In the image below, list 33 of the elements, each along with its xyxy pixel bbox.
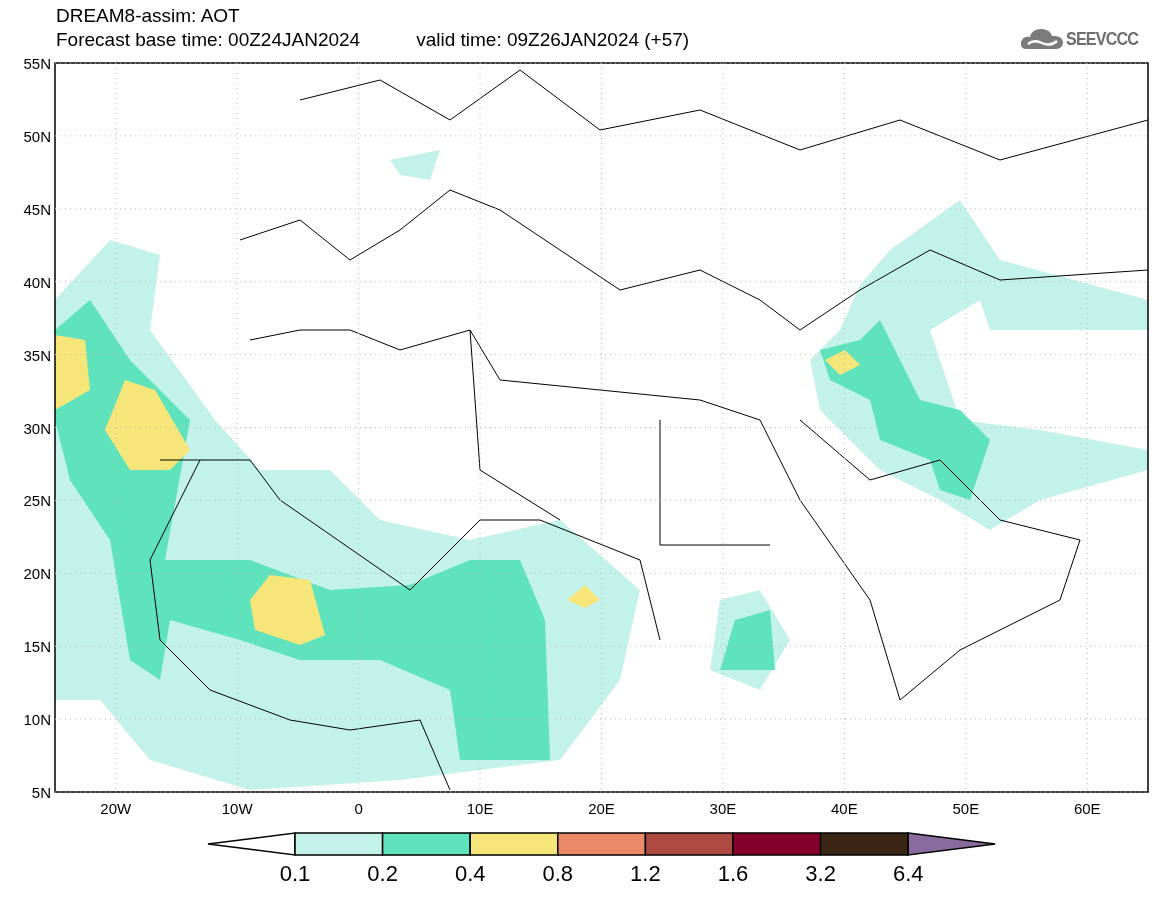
color-bar-label: 3.2 (805, 861, 836, 886)
latitude-label: 55N (23, 55, 51, 72)
base-time: Forecast base time: 00Z24JAN2024 (56, 28, 361, 52)
latitude-label: 30N (23, 419, 51, 437)
latitude-label: 15N (23, 638, 51, 656)
valid-time: valid time: 09Z26JAN2024 (+57) (416, 28, 690, 52)
latitude-label: 25N (23, 492, 51, 510)
longitude-label: 60E (1073, 800, 1101, 817)
color-bar-label: 0.1 (279, 861, 311, 886)
longitude-label: 10E (466, 800, 494, 817)
longitude-label: 30E (709, 800, 737, 817)
color-bar-label: 6.4 (892, 861, 924, 886)
longitude-label: 40E (831, 800, 858, 817)
latitude-label: 5N (31, 784, 51, 801)
color-bar-label: 0.4 (454, 861, 486, 886)
latitude-label: 50N (23, 127, 51, 145)
latitude-label: 45N (23, 200, 51, 218)
longitude-label: 50E (952, 800, 980, 817)
color-bar-label: 0.2 (367, 861, 398, 886)
color-bar-label: 1.2 (630, 861, 661, 886)
latitude-label: 40N (23, 273, 51, 291)
latitude-label: 20N (23, 565, 51, 583)
color-bar-label: 0.8 (542, 861, 574, 886)
color-bar-label: 1.6 (717, 861, 749, 886)
cloud-logo-icon (1020, 27, 1065, 51)
latitude-label: 10N (23, 711, 51, 729)
longitude-label: 0 (354, 800, 363, 817)
latitude-label: 35N (23, 346, 51, 364)
logo-text: SEEVCCC (1066, 26, 1139, 51)
longitude-label: 20E (588, 800, 615, 817)
longitude-label: 20W (100, 800, 132, 817)
longitude-label: 10W (221, 800, 253, 817)
map-title: DREAM8-assim: AOT (56, 4, 241, 28)
